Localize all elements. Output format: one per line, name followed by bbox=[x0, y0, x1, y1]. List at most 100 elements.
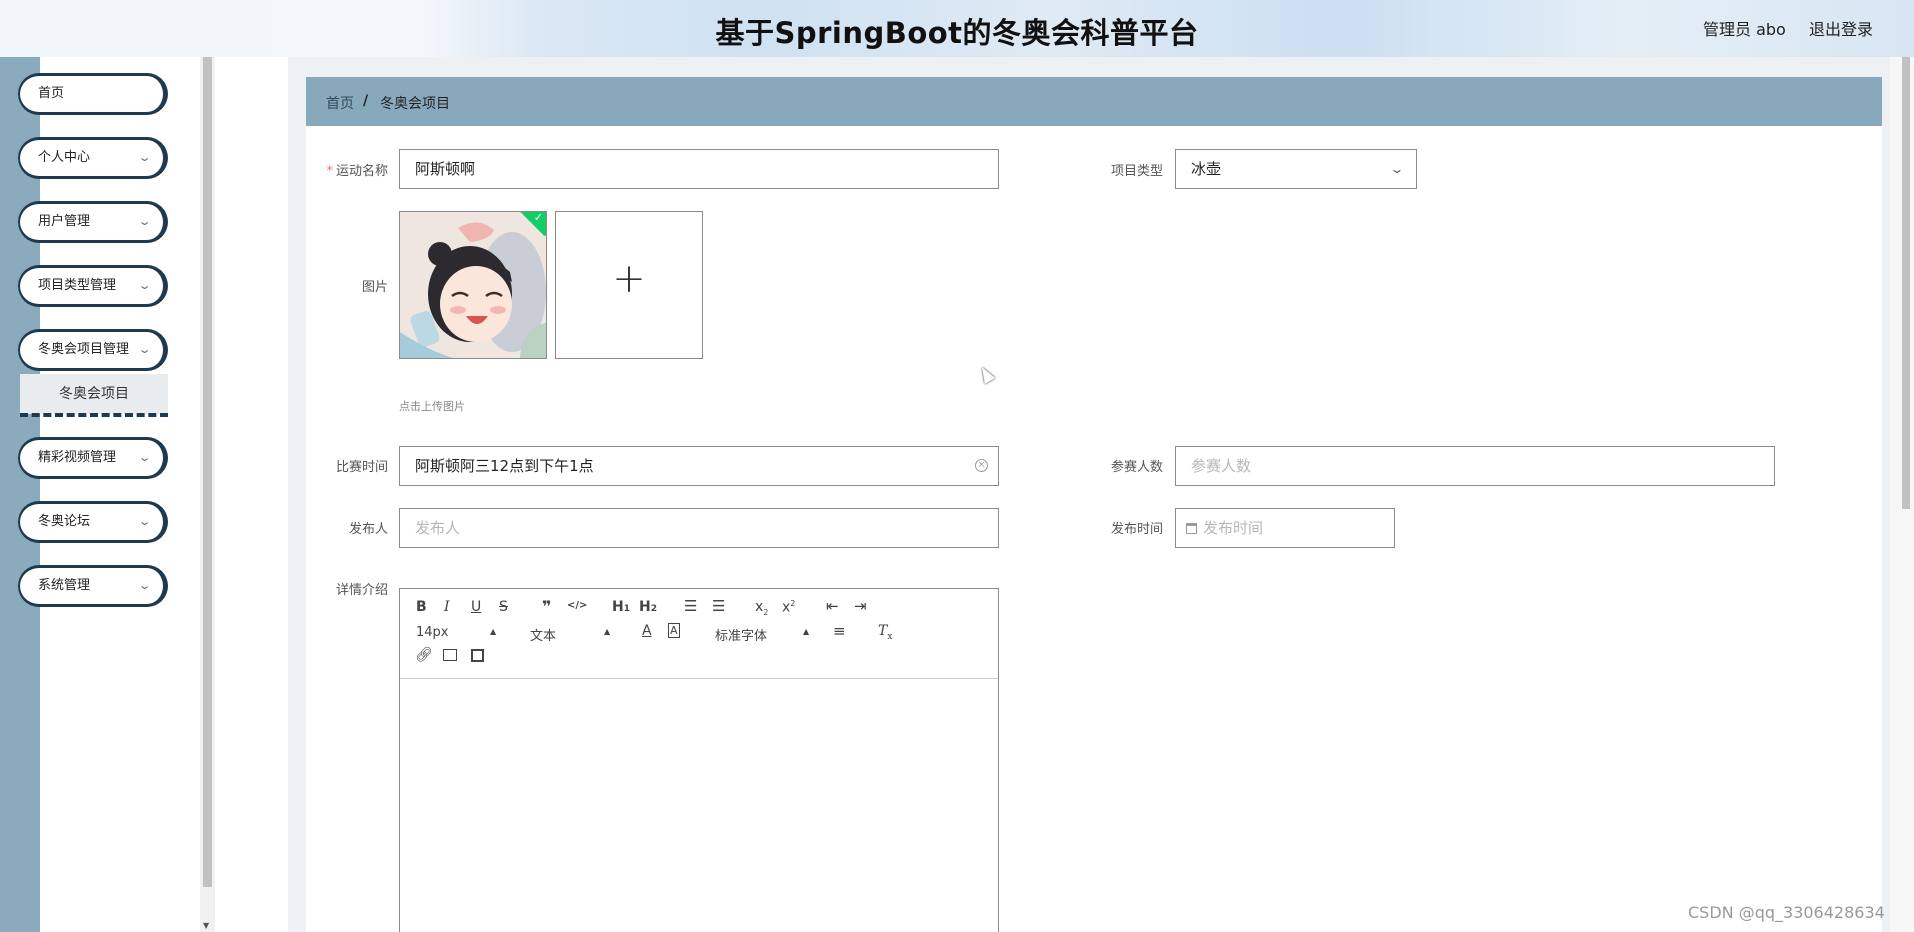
h1-text: H bbox=[612, 599, 624, 615]
publisher-label: 发布人 bbox=[348, 522, 388, 537]
sup-mark: 2 bbox=[790, 599, 796, 608]
background-color-button[interactable]: A bbox=[668, 623, 680, 638]
font-size-value: 14px bbox=[416, 625, 449, 640]
rich-text-editor: B I U S ❞ </> H1 H2 ☰ ☰ x2 x2 ⇤ ⇥ 14px ▲ … bbox=[399, 588, 999, 932]
breadcrumb: 首页 / 冬奥会项目 bbox=[306, 77, 1882, 126]
name-input[interactable]: 阿斯顿啊 bbox=[399, 149, 999, 189]
uploaded-image[interactable]: ✓ bbox=[399, 211, 547, 359]
sidebar-item-label: 个人中心 bbox=[38, 150, 91, 165]
select-arrows-icon: ▲ bbox=[803, 627, 810, 636]
breadcrumb-current: 冬奥会项目 bbox=[380, 96, 450, 112]
editor-toolbar: B I U S ❞ </> H1 H2 ☰ ☰ x2 x2 ⇤ ⇥ 14px ▲ … bbox=[400, 589, 998, 679]
sidebar-item-user-management[interactable]: 用户管理 ⌄ bbox=[18, 201, 168, 243]
sidebar-item-label: 项目类型管理 bbox=[38, 278, 117, 293]
text-style-select[interactable]: 文本 ▲ bbox=[530, 625, 610, 644]
bold-button[interactable]: B bbox=[416, 599, 427, 615]
outdent-icon[interactable]: ⇤ bbox=[826, 597, 839, 615]
font-family-value: 标准字体 bbox=[715, 629, 768, 644]
scroll-down-arrow-icon[interactable]: ▼ bbox=[203, 921, 209, 930]
text-style-value: 文本 bbox=[530, 629, 557, 644]
participants-input[interactable]: 参赛人数 bbox=[1175, 446, 1775, 486]
clear-icon[interactable]: × bbox=[975, 459, 988, 472]
chevron-down-icon: ⌄ bbox=[137, 515, 152, 528]
sidebar-item-olympic-projects[interactable]: 冬奥会项目管理 ⌄ bbox=[18, 329, 168, 371]
top-header: 基于SpringBoot的冬奥会科普平台 管理员 abo 退出登录 bbox=[0, 0, 1914, 57]
sidebar-item-video-management[interactable]: 精彩视频管理 ⌄ bbox=[18, 437, 168, 479]
name-label-text: 运动名称 bbox=[335, 164, 388, 179]
plus-icon: + bbox=[612, 256, 646, 302]
required-mark: * bbox=[326, 164, 333, 179]
chevron-down-icon: ⌄ bbox=[137, 215, 152, 228]
superscript-button[interactable]: x2 bbox=[782, 599, 795, 616]
image-icon[interactable] bbox=[443, 649, 457, 661]
select-arrows-icon: ▲ bbox=[604, 627, 611, 636]
breadcrumb-separator: / bbox=[363, 93, 369, 109]
chevron-down-icon: ⌄ bbox=[1389, 162, 1405, 176]
calendar-icon bbox=[1186, 523, 1197, 534]
details-label: 详情介绍 bbox=[335, 583, 388, 598]
h2-sub: 2 bbox=[650, 604, 657, 614]
h2-text: H bbox=[639, 599, 651, 615]
scrollbar-thumb[interactable] bbox=[203, 57, 212, 887]
publish-time-label: 发布时间 bbox=[1110, 522, 1163, 537]
type-select[interactable]: 冰壶 ⌄ bbox=[1175, 149, 1417, 189]
upload-tip: 点击上传图片 bbox=[399, 400, 465, 413]
sidebar-item-forum[interactable]: 冬奥论坛 ⌄ bbox=[18, 501, 168, 543]
chevron-down-icon: ⌄ bbox=[137, 151, 152, 164]
chevron-down-icon: ⌄ bbox=[137, 451, 152, 464]
page-scrollbar[interactable] bbox=[1890, 57, 1914, 932]
h2-button[interactable]: H2 bbox=[639, 599, 657, 615]
submenu-divider bbox=[20, 413, 168, 417]
sidebar-item-label: 系统管理 bbox=[38, 578, 91, 593]
publisher-input[interactable]: 发布人 bbox=[399, 508, 999, 548]
sidebar-item-label: 首页 bbox=[38, 86, 65, 101]
match-time-input[interactable]: 阿斯顿阿三12点到下午1点 × bbox=[399, 446, 999, 486]
current-user: 管理员 abo bbox=[1703, 20, 1786, 39]
indent-icon[interactable]: ⇥ bbox=[854, 597, 867, 615]
align-icon[interactable]: ≡ bbox=[833, 622, 846, 640]
sidebar-item-personal-center[interactable]: 个人中心 ⌄ bbox=[18, 137, 168, 179]
chevron-up-icon: ⌄ bbox=[137, 343, 152, 356]
sidebar-item-system[interactable]: 系统管理 ⌄ bbox=[18, 565, 168, 607]
ordered-list-icon[interactable]: ☰ bbox=[684, 597, 697, 615]
logout-link[interactable]: 退出登录 bbox=[1809, 16, 1873, 40]
watermark: CSDN @qq_3306428634 bbox=[1688, 903, 1885, 922]
sidebar-item-label: 精彩视频管理 bbox=[38, 450, 117, 465]
underline-button[interactable]: U bbox=[471, 599, 481, 615]
bullet-list-icon[interactable]: ☰ bbox=[712, 597, 725, 615]
code-button[interactable]: </> bbox=[567, 600, 587, 611]
font-size-select[interactable]: 14px ▲ bbox=[416, 625, 496, 640]
publish-time-placeholder: 发布时间 bbox=[1203, 519, 1264, 537]
font-color-button[interactable]: A bbox=[642, 623, 652, 639]
quote-button[interactable]: ❞ bbox=[542, 597, 551, 616]
check-icon: ✓ bbox=[533, 211, 543, 224]
type-select-value: 冰壶 bbox=[1191, 160, 1222, 178]
publish-time-input[interactable]: 发布时间 bbox=[1175, 508, 1395, 548]
sidebar-item-home[interactable]: 首页 bbox=[18, 73, 168, 115]
anime-girl-image bbox=[400, 212, 546, 358]
upload-add-button[interactable]: + bbox=[555, 211, 703, 359]
h1-button[interactable]: H1 bbox=[612, 599, 630, 615]
participants-label: 参赛人数 bbox=[1110, 460, 1163, 475]
image-label: 图片 bbox=[361, 280, 388, 295]
font-family-select[interactable]: 标准字体 ▲ bbox=[715, 625, 811, 644]
clean-format-button[interactable]: Tx bbox=[878, 623, 892, 642]
sidebar-item-label: 用户管理 bbox=[38, 214, 91, 229]
italic-button[interactable]: I bbox=[444, 599, 450, 615]
submenu-item-olympic-project[interactable]: 冬奥会项目 bbox=[20, 374, 168, 414]
sidebar-item-type-management[interactable]: 项目类型管理 ⌄ bbox=[18, 265, 168, 307]
video-icon[interactable] bbox=[471, 649, 484, 662]
app-title: 基于SpringBoot的冬奥会科普平台 bbox=[715, 16, 1199, 50]
breadcrumb-home[interactable]: 首页 bbox=[326, 93, 354, 113]
type-label: 项目类型 bbox=[1110, 164, 1163, 179]
link-icon[interactable]: 🔗︎ bbox=[415, 647, 433, 663]
sidebar bbox=[0, 57, 200, 932]
sidebar-rail bbox=[0, 57, 40, 932]
scrollbar-thumb[interactable] bbox=[1902, 57, 1910, 509]
sub-mark: 2 bbox=[763, 607, 769, 617]
chevron-down-icon: ⌄ bbox=[137, 279, 152, 292]
subscript-button[interactable]: x2 bbox=[755, 599, 768, 617]
match-time-value: 阿斯顿阿三12点到下午1点 bbox=[415, 457, 594, 475]
sidebar-scrollbar[interactable]: ▼ bbox=[200, 57, 215, 932]
strike-button[interactable]: S bbox=[499, 599, 508, 615]
